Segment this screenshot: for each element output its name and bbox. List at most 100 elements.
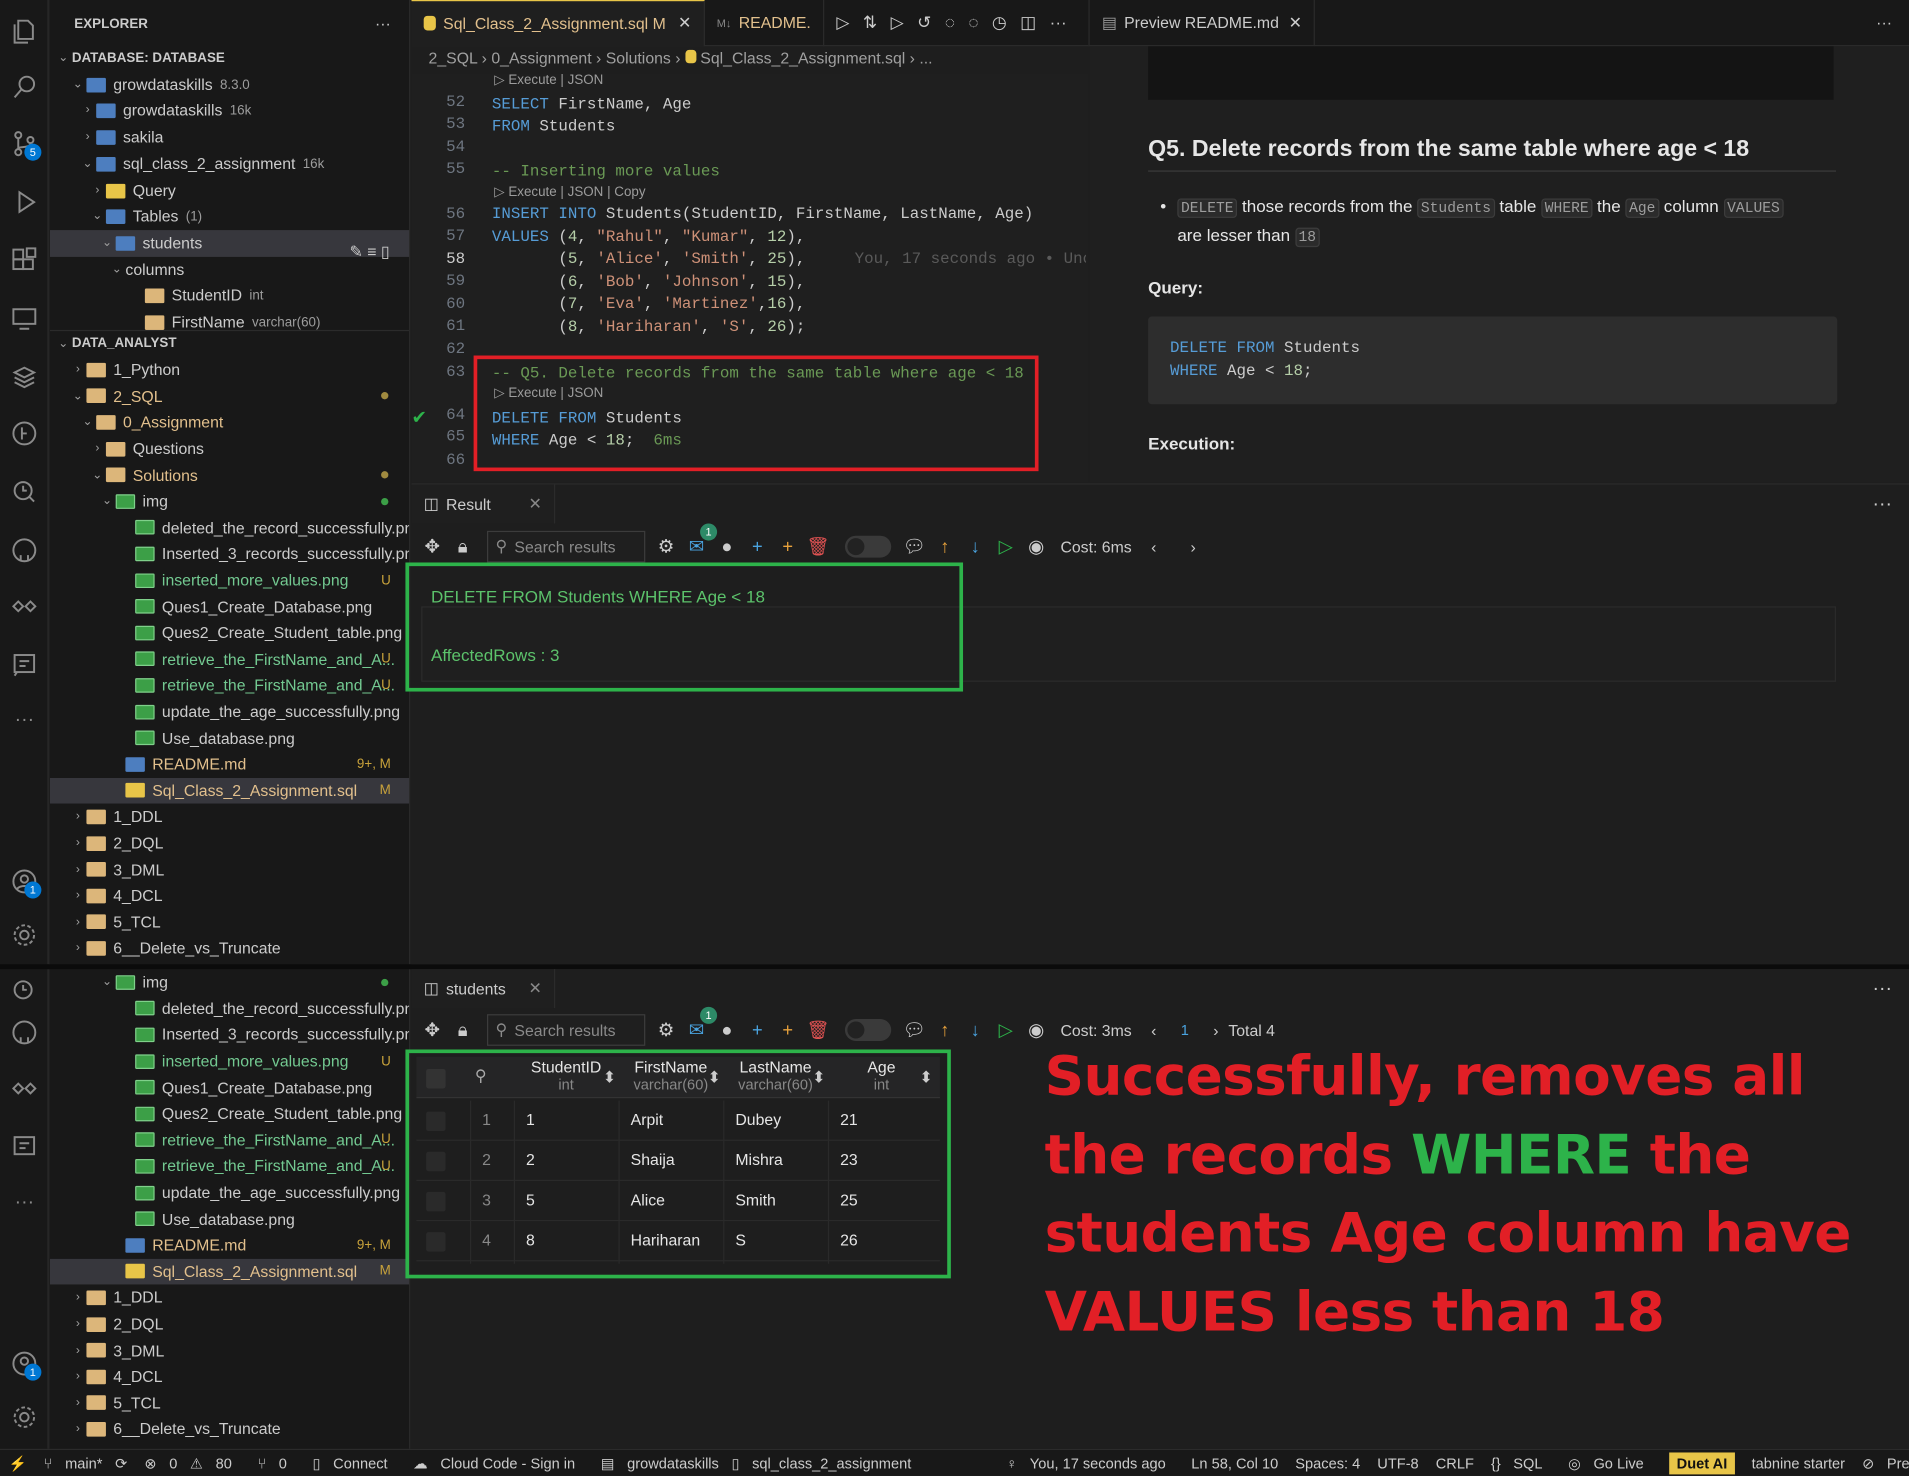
extensions-icon[interactable] — [5, 241, 44, 280]
tree-item[interactable]: retrieve_the_FirstName_and_A... U — [50, 1127, 409, 1153]
explorer-icon[interactable] — [5, 12, 44, 51]
prettier-status[interactable]: ⊘ Prettier — [1862, 1454, 1909, 1471]
tree-item[interactable]: › Questions — [50, 436, 409, 462]
close-icon[interactable]: ✕ — [529, 494, 542, 513]
go-live-status[interactable]: ◎ Go Live — [1568, 1454, 1652, 1471]
tree-item[interactable]: › 5_TCL — [50, 1390, 409, 1416]
delete-icon[interactable]: 🗑︎ — [805, 533, 832, 560]
tree-item[interactable]: inserted_more_values.png U — [50, 1048, 409, 1074]
tree-item[interactable]: › 6__Delete_vs_Truncate — [50, 935, 409, 961]
remote-icon[interactable]: ⚡ — [9, 1454, 27, 1471]
add-icon[interactable]: + — [744, 1017, 771, 1044]
more-actions-icon[interactable]: ··· — [375, 15, 391, 33]
tree-item[interactable]: › 1_Python — [50, 357, 409, 383]
duet-icon[interactable] — [5, 1069, 44, 1108]
ports-status[interactable]: ⑂ 0 — [257, 1454, 295, 1471]
branch-status[interactable]: ⑂ main* ⟳ — [44, 1454, 128, 1471]
remote-explorer-icon[interactable] — [5, 300, 44, 339]
blame-status[interactable]: ♀ You, 17 seconds ago — [1006, 1454, 1174, 1471]
tree-item[interactable]: retrieve_the_FirstName_and_A... U — [50, 646, 409, 672]
tree-item[interactable]: Sql_Class_2_Assignment.sql M — [49, 777, 410, 804]
close-icon[interactable]: ✕ — [1289, 13, 1302, 32]
gitlens-icon[interactable] — [5, 414, 44, 453]
more-icon[interactable]: ··· — [1873, 494, 1892, 516]
account-icon[interactable]: 1 — [5, 862, 44, 901]
run-debug-icon[interactable] — [5, 183, 44, 222]
tree-item[interactable]: › growdataskills 16k — [50, 97, 409, 123]
tree-item[interactable]: › 1_DDL — [50, 1285, 409, 1311]
move-icon[interactable]: ✥ — [419, 533, 446, 560]
lock-icon[interactable]: 🔒︎ — [449, 533, 476, 560]
tree-item[interactable]: Ques1_Create_Database.png — [50, 593, 409, 619]
tree-item[interactable]: › 5_TCL — [50, 909, 409, 935]
connect-status[interactable]: ▯ Connect — [313, 1454, 397, 1471]
tree-item[interactable]: retrieve_the_FirstName_and_A... U — [50, 672, 409, 698]
tree-item[interactable]: › 4_DCL — [50, 1364, 409, 1390]
insert-icon[interactable]: + — [774, 533, 801, 560]
gear-icon[interactable]: ⚙ — [653, 533, 680, 560]
tree-item[interactable]: › 3_DML — [50, 1337, 409, 1363]
source-control-icon[interactable]: 5 — [5, 124, 44, 163]
language-status[interactable]: {} SQL — [1491, 1454, 1551, 1471]
tab-result[interactable]: ◫ Result ✕ — [411, 484, 556, 524]
database-section-header[interactable]: ⌄ DATABASE: DATABASE — [50, 45, 409, 71]
github-icon[interactable] — [5, 1013, 44, 1052]
tree-item[interactable]: retrieve_the_FirstName_and_A... U — [50, 1153, 409, 1179]
search-icon[interactable] — [5, 68, 44, 107]
cloud-code-status[interactable]: ☁ Cloud Code - Sign in — [413, 1454, 584, 1471]
list-icon[interactable]: ≡ — [367, 242, 376, 260]
duet-icon[interactable] — [5, 587, 44, 626]
codelens-execute[interactable]: ▷ Execute | JSON — [494, 72, 603, 88]
tree-item[interactable]: Ques2_Create_Student_table.png — [50, 1101, 409, 1127]
gear-icon[interactable]: ⚙ — [653, 1017, 680, 1044]
delete-icon[interactable]: 🗑︎ — [805, 1017, 832, 1044]
more-icon[interactable]: ··· — [1876, 13, 1892, 31]
problems-status[interactable]: ⊗ 0 ⚠ 80 — [144, 1454, 240, 1471]
close-icon[interactable]: ✕ — [529, 979, 542, 998]
account-icon[interactable]: 1 — [5, 1344, 44, 1383]
github-icon[interactable]: ● — [713, 533, 740, 560]
search-results-input[interactable]: ⚲ Search results — [487, 1014, 646, 1046]
tree-item[interactable]: ⌄ img — [50, 969, 409, 995]
notes-icon[interactable] — [5, 645, 44, 684]
tree-item[interactable]: inserted_more_values.png U — [50, 567, 409, 593]
tree-item[interactable]: Inserted_3_records_successfully.png — [50, 1022, 409, 1048]
db-status[interactable]: ▤ growdataskills ▯ sql_class_2_assignmen… — [601, 1454, 920, 1471]
run-file-icon[interactable]: ▷ — [891, 12, 904, 33]
prev-change-icon[interactable]: ◌ — [945, 12, 955, 33]
tree-item[interactable]: ⌄ Solutions — [50, 462, 409, 488]
revert-icon[interactable]: ↺ — [917, 12, 931, 33]
codelens-execute[interactable]: ▷ Execute | JSON | Copy — [494, 184, 645, 200]
data-analyst-section-header[interactable]: ⌄ DATA_ANALYST — [49, 329, 410, 356]
timeline-icon[interactable]: ◷ — [992, 12, 1007, 33]
arrow-up-icon[interactable]: ↑ — [931, 1017, 958, 1044]
tree-item[interactable]: › 6__Delete_vs_Truncate — [50, 1416, 409, 1442]
tree-item[interactable]: › sakila — [50, 124, 409, 150]
indent-status[interactable]: Spaces: 4 — [1295, 1454, 1360, 1471]
mail-icon[interactable]: ✉ 1 — [683, 523, 718, 560]
eye-icon[interactable]: ◉ — [1023, 533, 1050, 560]
more-icon[interactable]: ··· — [5, 701, 44, 740]
tree-item[interactable]: › Query — [50, 178, 409, 204]
close-icon[interactable]: ✕ — [678, 13, 691, 32]
github-icon[interactable]: ● — [713, 1017, 740, 1044]
more-icon[interactable]: ··· — [1873, 979, 1892, 1001]
tree-item[interactable]: StudentID int — [50, 282, 409, 308]
arrow-down-icon[interactable]: ↓ — [962, 533, 989, 560]
tree-item[interactable]: ⌄ 0_Assignment — [50, 409, 409, 435]
split-editor-icon[interactable]: ◫ — [1020, 12, 1036, 33]
tree-item[interactable]: › 2_DQL — [50, 830, 409, 856]
comment-icon[interactable]: 💬︎ — [901, 533, 928, 560]
mail-icon[interactable]: ✉ 1 — [683, 1006, 718, 1044]
run-icon[interactable]: ▷ — [836, 12, 849, 33]
tree-item[interactable]: Ques1_Create_Database.png — [50, 1074, 409, 1100]
arrow-up-icon[interactable]: ↑ — [931, 533, 958, 560]
notes-icon[interactable] — [5, 1127, 44, 1166]
timeline-icon[interactable] — [5, 972, 44, 1011]
compare-icon[interactable]: ⇅ — [863, 12, 877, 33]
tree-item[interactable]: README.md 9+, M — [50, 751, 409, 777]
insert-icon[interactable]: + — [774, 1017, 801, 1044]
more-icon[interactable]: ··· — [1050, 12, 1067, 33]
toggle-switch[interactable] — [844, 535, 892, 558]
next-page-icon[interactable]: › — [1191, 538, 1196, 556]
